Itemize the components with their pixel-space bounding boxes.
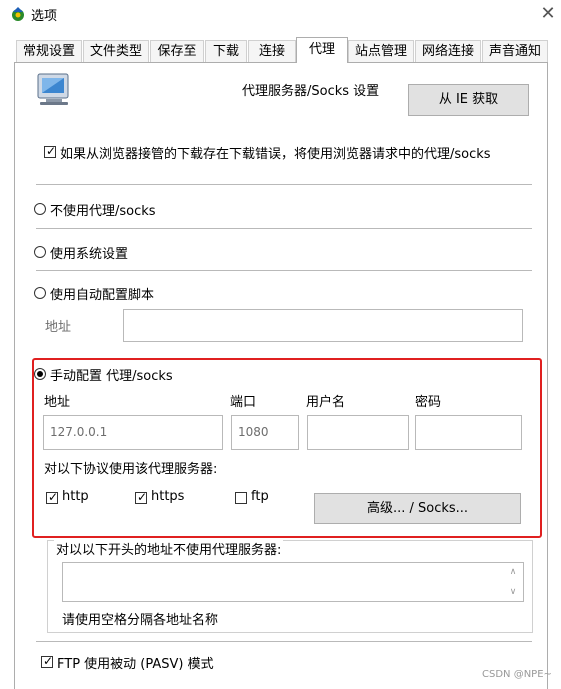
get-from-ie-button[interactable]: 从 IE 获取 [408, 84, 529, 116]
scroll-up-icon[interactable]: ∧ [506, 565, 520, 579]
proxy-username-input[interactable] [307, 415, 409, 450]
tab-sound-notification[interactable]: 声音通知 [482, 40, 548, 62]
https-label: https [151, 489, 185, 504]
checkmark-icon: ✓ [42, 654, 54, 668]
tab-network-connection[interactable]: 网络连接 [415, 40, 481, 62]
tab-file-types[interactable]: 文件类型 [83, 40, 149, 62]
tab-site-manager[interactable]: 站点管理 [348, 40, 414, 62]
radio-selected-dot [37, 371, 43, 377]
username-label: 用户名 [306, 395, 346, 410]
bypass-label: 对以以下开头的地址不使用代理服务器: [54, 539, 284, 558]
ftp-label: ftp [251, 489, 269, 504]
tab-general[interactable]: 常规设置 [16, 40, 82, 62]
divider [36, 270, 532, 271]
auto-script-address-input[interactable] [123, 309, 523, 342]
app-icon [12, 7, 24, 21]
scroll-down-icon[interactable]: ∨ [506, 585, 520, 599]
advanced-socks-button[interactable]: 高级... / Socks... [314, 493, 521, 524]
auto-script-radio[interactable] [34, 287, 46, 299]
close-button[interactable]: ✕ [536, 2, 560, 26]
port-label: 端口 [230, 395, 257, 410]
window-title: 选项 [31, 9, 58, 24]
auto-script-label: 使用自动配置脚本 [50, 288, 155, 303]
proxy-password-input[interactable] [415, 415, 522, 450]
ftp-pasv-label: FTP 使用被动 (PASV) 模式 [57, 657, 214, 672]
proxy-address-input[interactable]: 127.0.0.1 [43, 415, 223, 450]
checkmark-icon: ✓ [47, 490, 59, 504]
divider [36, 228, 532, 229]
title-bar [0, 0, 561, 28]
proxy-server-icon [37, 73, 69, 105]
system-settings-radio[interactable] [34, 246, 46, 258]
auto-script-address-label: 地址 [45, 320, 72, 335]
no-proxy-radio[interactable] [34, 203, 46, 215]
bypass-addresses-textarea[interactable]: ∧ ∨ [62, 562, 524, 602]
ftp-pasv-checkbox[interactable]: ✓ [41, 654, 54, 668]
checkmark-icon: ✓ [45, 144, 57, 158]
password-label: 密码 [415, 395, 442, 410]
protocols-label: 对以下协议使用该代理服务器: [44, 462, 218, 477]
ftp-checkbox[interactable] [235, 492, 247, 504]
no-proxy-label: 不使用代理/socks [50, 204, 156, 219]
https-checkbox[interactable]: ✓ [135, 490, 148, 504]
watermark: CSDN @NPE~ [482, 669, 552, 680]
use-browser-proxy-label: 如果从浏览器接管的下载存在下载错误，将使用浏览器请求中的代理/socks [60, 147, 491, 162]
divider [36, 184, 532, 185]
http-label: http [62, 489, 89, 504]
tab-download[interactable]: 下载 [205, 40, 247, 62]
use-browser-proxy-checkbox[interactable]: ✓ [44, 144, 57, 158]
proxy-settings-title: 代理服务器/Socks 设置 [242, 84, 380, 99]
system-settings-label: 使用系统设置 [50, 247, 129, 262]
tab-proxy[interactable]: 代理 [296, 37, 348, 63]
proxy-port-input[interactable]: 1080 [231, 415, 299, 450]
manual-proxy-radio[interactable] [34, 368, 46, 380]
divider [36, 641, 532, 642]
http-checkbox[interactable]: ✓ [46, 490, 59, 504]
manual-proxy-label: 手动配置 代理/socks [50, 369, 173, 384]
address-label: 地址 [44, 395, 71, 410]
bypass-hint: 请使用空格分隔各地址名称 [62, 613, 219, 628]
tab-save-to[interactable]: 保存至 [150, 40, 204, 62]
checkmark-icon: ✓ [136, 490, 148, 504]
tab-connection[interactable]: 连接 [248, 40, 296, 62]
